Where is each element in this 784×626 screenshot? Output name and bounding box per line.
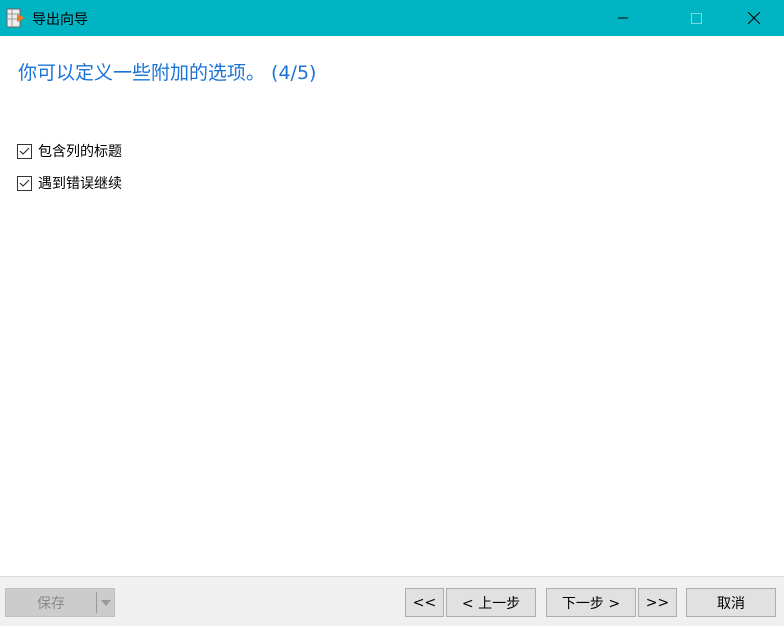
maximize-icon bbox=[690, 12, 702, 24]
minimize-icon bbox=[618, 17, 628, 19]
save-label: 保存 bbox=[37, 595, 65, 612]
check-icon bbox=[19, 147, 30, 155]
check-icon bbox=[19, 179, 30, 187]
save-button[interactable]: 保存 bbox=[5, 588, 115, 617]
minimize-button[interactable] bbox=[600, 0, 646, 36]
close-icon bbox=[748, 12, 760, 24]
last-step-button[interactable]: >> bbox=[638, 588, 677, 617]
window-title: 导出向导 bbox=[32, 12, 88, 28]
export-wizard-icon bbox=[6, 8, 25, 28]
previous-step-button[interactable]: < 上一步 bbox=[446, 588, 536, 617]
chevron-down-icon[interactable] bbox=[101, 600, 111, 606]
next-step-button[interactable]: 下一步 > bbox=[546, 588, 636, 617]
maximize-button[interactable] bbox=[673, 0, 719, 36]
checkbox-box[interactable] bbox=[17, 175, 32, 191]
first-step-button[interactable]: << bbox=[405, 588, 444, 617]
page-title: 你可以定义一些附加的选项。 (4/5) bbox=[18, 62, 317, 84]
cancel-button[interactable]: 取消 bbox=[686, 588, 776, 617]
footer-bar: 保存 << < 上一步 下一步 > >> 取消 bbox=[0, 576, 784, 626]
title-bar: 导出向导 bbox=[0, 0, 784, 36]
continue-on-error-checkbox[interactable]: 遇到错误继续 bbox=[17, 173, 122, 193]
include-headers-checkbox[interactable]: 包含列的标题 bbox=[17, 141, 122, 161]
close-button[interactable] bbox=[731, 0, 777, 36]
checkbox-label: 包含列的标题 bbox=[38, 144, 122, 160]
checkbox-label: 遇到错误继续 bbox=[38, 176, 122, 192]
checkbox-box[interactable] bbox=[17, 143, 32, 159]
